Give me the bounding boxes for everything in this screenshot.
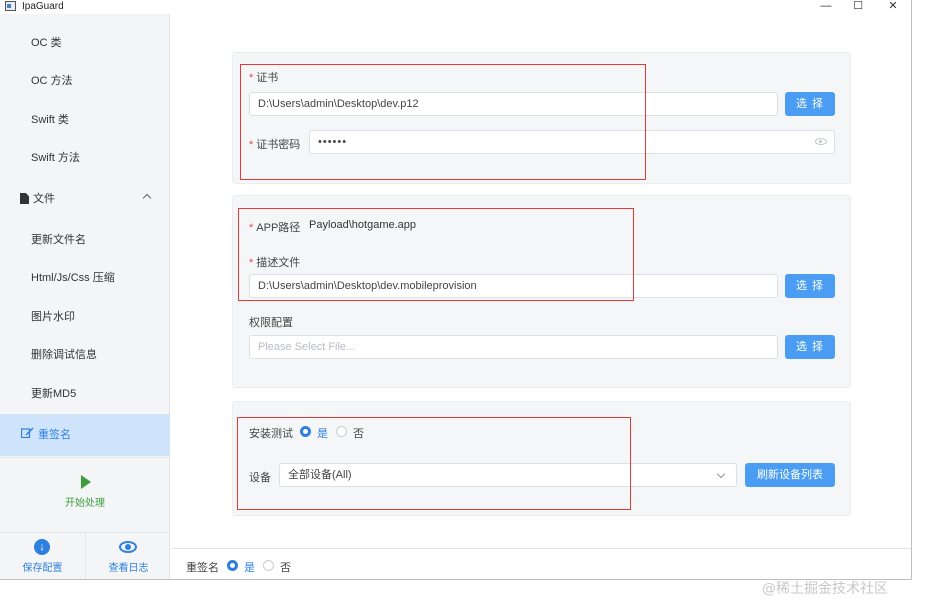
sidebar: OC 类 OC 方法 Swift 类 Swift 方法 文件 更新文件名 Htm… [0,14,170,580]
maximize-button[interactable]: ☐ [843,0,873,14]
resign-yes-radio[interactable] [227,560,238,571]
sidebar-section-file[interactable]: 文件 [0,180,170,218]
sidebar-item-label: 重签名 [38,429,71,441]
resign-no-label[interactable]: 否 [280,559,291,575]
window-border [911,0,912,580]
edit-icon [21,427,34,438]
sidebar-item-compress[interactable]: Html/Js/Css 压缩 [0,259,170,297]
eye-icon [119,541,137,553]
download-icon [34,539,50,555]
main-content: * 证书 D:\Users\admin\Desktop\dev.p12 选 择 *… [171,14,911,548]
sidebar-footer: 保存配置 查看日志 [0,532,170,580]
title-bar: IpaGuard — ☐ ✕ [0,0,912,14]
permission-input[interactable]: Please Select File... [249,335,778,359]
start-button[interactable]: 开始处理 [0,457,170,532]
window-title: IpaGuard [22,1,64,12]
highlight-box [237,417,631,510]
sidebar-item-remove-debug[interactable]: 删除调试信息 [0,336,170,374]
save-config-button[interactable]: 保存配置 [0,533,85,580]
sidebar-item-update-md5[interactable]: 更新MD5 [0,375,170,413]
start-label: 开始处理 [65,498,105,509]
sidebar-item-watermark[interactable]: 图片水印 [0,298,170,336]
cert-select-button[interactable]: 选 择 [785,92,835,116]
eye-icon[interactable] [815,138,827,145]
minimize-button[interactable]: — [811,0,841,14]
play-icon [81,475,91,489]
sidebar-item-swift-class[interactable]: Swift 类 [0,101,170,139]
file-icon [20,193,29,204]
view-log-label: 查看日志 [108,563,149,574]
sidebar-item-oc-class[interactable]: OC 类 [0,24,170,62]
app-icon [5,1,16,11]
resign-label: 重签名 [186,562,219,574]
resign-no-radio[interactable] [263,560,274,571]
sidebar-item-resign[interactable]: 重签名 [0,414,170,456]
sidebar-item-rename-files[interactable]: 更新文件名 [0,221,170,259]
resign-yes-label[interactable]: 是 [244,559,255,575]
chevron-up-icon [142,193,152,203]
sidebar-item-swift-method[interactable]: Swift 方法 [0,139,170,177]
view-log-button[interactable]: 查看日志 [85,533,170,580]
sidebar-item-oc-method[interactable]: OC 方法 [0,62,170,100]
highlight-box [240,64,646,180]
watermark: @稀土掘金技术社区 [762,581,888,597]
highlight-box [238,208,634,301]
profile-select-button[interactable]: 选 择 [785,274,835,298]
permission-select-button[interactable]: 选 择 [785,335,835,359]
permission-label: 权限配置 [249,317,293,329]
save-config-label: 保存配置 [22,563,63,574]
bottom-bar: 重签名 是 否 [171,548,911,579]
refresh-devices-button[interactable]: 刷新设备列表 [745,463,835,487]
close-button[interactable]: ✕ [878,0,908,14]
sidebar-section-label: 文件 [33,193,55,205]
